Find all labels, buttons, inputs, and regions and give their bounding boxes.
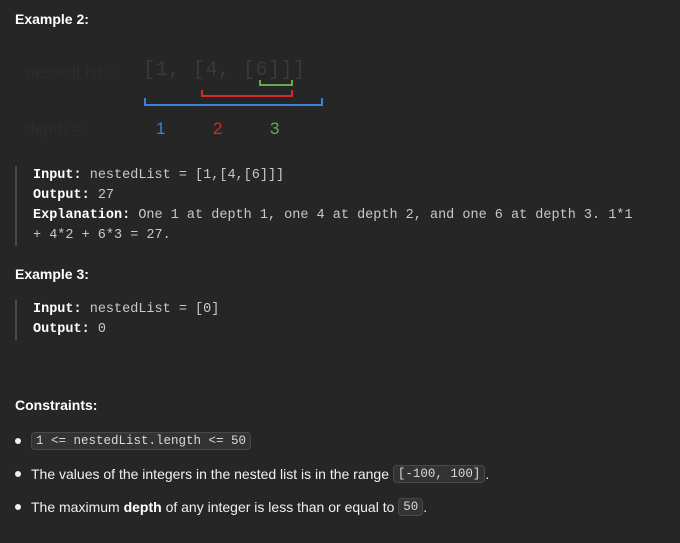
constraint-3-code: 50: [398, 498, 424, 516]
input-value: nestedList = [1,[4,[6]]]: [89, 168, 285, 183]
depth-1-number: 1: [156, 119, 166, 138]
constraint-3-suffix: .: [423, 499, 428, 515]
output-label: Output:: [33, 188, 90, 203]
depth-label: depth =: [25, 119, 83, 138]
example-2-output-line: Output: 27: [33, 186, 633, 206]
bullet-icon: [15, 471, 21, 477]
depth-2-brace: [201, 90, 293, 97]
depth-1-brace: [144, 98, 323, 106]
example-3-block: Input: nestedList = [0] Output: 0: [15, 300, 219, 340]
example-2-explanation-line: Explanation: One 1 at depth 1, one 4 at …: [33, 206, 633, 226]
explanation-label: Explanation:: [33, 208, 131, 223]
bullet-icon: [15, 438, 21, 444]
example-3-heading: Example 3:: [15, 266, 89, 282]
bullet-icon: [15, 504, 21, 510]
constraints-heading: Constraints:: [15, 397, 98, 413]
nested-list-illustration: nestedList = [1, [4, [6]]] depth = 1 2 3: [0, 50, 680, 150]
explanation-text-line-2: + 4*2 + 6*3 = 27.: [33, 228, 171, 243]
constraint-item-1: 1 <= nestedList.length <= 50: [15, 432, 252, 450]
example-2-explanation-continuation: + 4*2 + 6*3 = 27.: [33, 226, 633, 246]
nested-list-label: nestedList =: [25, 63, 118, 82]
output-value: 27: [97, 188, 115, 203]
constraint-3-text-pre: The maximum: [31, 499, 124, 515]
constraint-2-text: The values of the integers in the nested…: [31, 466, 393, 482]
depth-3-number: 3: [270, 119, 280, 138]
constraint-item-2: The values of the integers in the nested…: [15, 465, 489, 483]
input-value: nestedList = [0]: [89, 302, 220, 317]
input-label: Input:: [33, 302, 82, 317]
input-label: Input:: [33, 168, 82, 183]
example-2-block: Input: nestedList = [1,[4,[6]]] Output: …: [15, 166, 633, 246]
explanation-text-line-1: One 1 at depth 1, one 4 at depth 2, and …: [138, 208, 633, 223]
output-label: Output:: [33, 322, 90, 337]
constraint-2-suffix: .: [485, 466, 490, 482]
output-value: 0: [97, 322, 106, 337]
constraint-1-code: 1 <= nestedList.length <= 50: [31, 432, 252, 450]
example-3-output-line: Output: 0: [33, 320, 219, 340]
constraint-item-3: The maximum depth of any integer is less…: [15, 498, 427, 516]
constraint-3-text-post: of any integer is less than or equal to: [161, 499, 399, 515]
depth-2-number: 2: [213, 119, 223, 138]
constraint-2-code: [-100, 100]: [392, 465, 486, 483]
constraint-3-emphasis: depth: [123, 499, 162, 515]
example-2-heading: Example 2:: [15, 11, 89, 27]
nested-list-expression: [1, [4, [6]]]: [143, 59, 306, 82]
example-2-input-line: Input: nestedList = [1,[4,[6]]]: [33, 166, 633, 186]
example-3-input-line: Input: nestedList = [0]: [33, 300, 219, 320]
depth-3-brace: [259, 80, 293, 86]
